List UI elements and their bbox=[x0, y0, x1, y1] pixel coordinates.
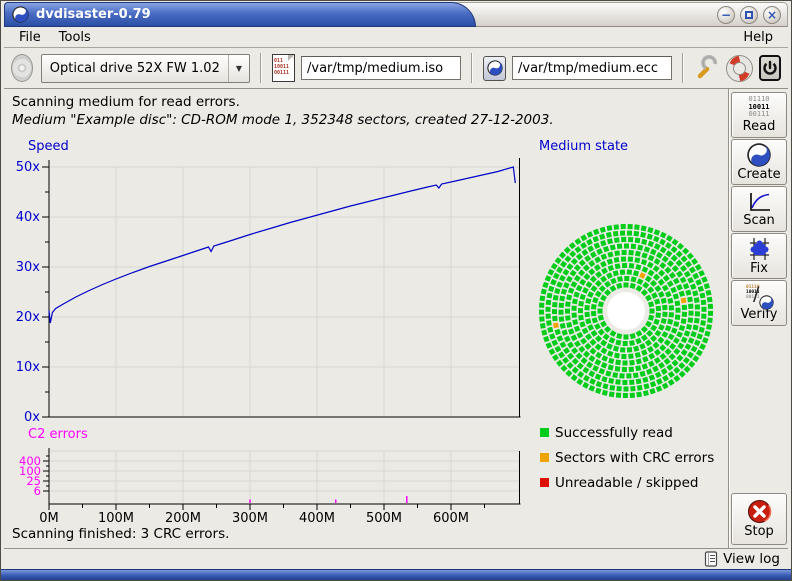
status-line-2: Medium "Example disc": CD-ROM mode 1, 35… bbox=[12, 111, 554, 129]
svg-text:0x: 0x bbox=[24, 410, 40, 425]
footer: View log bbox=[4, 548, 788, 569]
charts-canvas: 0x10x20x30x40x50xSpeed625100400C2 errors… bbox=[4, 89, 728, 548]
optical-disc-icon bbox=[11, 54, 33, 82]
log-notebook-icon[interactable] bbox=[704, 551, 718, 567]
chart-curve-icon bbox=[746, 191, 772, 213]
window-bottom-border bbox=[1, 569, 791, 580]
svg-text:0M: 0M bbox=[39, 511, 59, 526]
preferences-wrench-icon[interactable] bbox=[694, 53, 720, 83]
status-line-1: Scanning medium for read errors. bbox=[12, 93, 554, 111]
menu-file[interactable]: File bbox=[10, 29, 50, 46]
svg-text:Successfully read: Successfully read bbox=[555, 425, 673, 441]
read-button[interactable]: 01110 10011 00111 Read bbox=[731, 92, 787, 138]
svg-text:40x: 40x bbox=[16, 210, 41, 225]
menu-help[interactable]: Help bbox=[734, 29, 782, 46]
view-log-button[interactable]: View log bbox=[723, 551, 780, 567]
puzzle-piece-icon bbox=[746, 237, 772, 261]
yin-yang-icon bbox=[747, 143, 771, 167]
toolbar-separator bbox=[260, 53, 262, 83]
minimize-button[interactable]: − bbox=[717, 6, 735, 24]
verify-button[interactable]: 01110 10011 00111 / Verify bbox=[731, 280, 787, 326]
scan-result-text: Scanning finished: 3 CRC errors. bbox=[12, 526, 229, 542]
app-logo-icon bbox=[12, 6, 29, 23]
svg-text:20x: 20x bbox=[16, 310, 41, 325]
scan-button[interactable]: Scan bbox=[731, 186, 787, 232]
maximize-button[interactable] bbox=[740, 6, 758, 24]
ecc-path-input[interactable] bbox=[512, 56, 672, 80]
ecc-file-icon bbox=[483, 56, 506, 81]
menubar: File Tools Help bbox=[4, 27, 788, 48]
svg-text:500M: 500M bbox=[366, 511, 402, 526]
binary-icon: 01110 10011 00111 bbox=[748, 96, 769, 119]
close-button[interactable]: × bbox=[763, 6, 781, 24]
app-window: dvdisaster-0.79 − × File Tools Help Opti… bbox=[0, 0, 792, 581]
drive-selector[interactable]: Optical drive 52X FW 1.02 ▼ bbox=[41, 54, 250, 83]
svg-text:200M: 200M bbox=[165, 511, 201, 526]
chevron-down-icon: ▼ bbox=[228, 55, 249, 82]
svg-text:Sectors with CRC errors: Sectors with CRC errors bbox=[555, 450, 714, 466]
toolbar-separator bbox=[682, 53, 684, 83]
fix-button[interactable]: Fix bbox=[731, 233, 787, 279]
quit-power-icon[interactable] bbox=[759, 55, 781, 81]
create-button[interactable]: Create bbox=[731, 139, 787, 185]
action-sidebar: 01110 10011 00111 Read Create Scan bbox=[730, 89, 788, 548]
svg-text:Unreadable / skipped: Unreadable / skipped bbox=[555, 475, 698, 491]
toolbar-separator bbox=[471, 53, 473, 83]
toolbar: Optical drive 52X FW 1.02 ▼ 011 10011 00… bbox=[4, 48, 788, 89]
svg-text:Medium state: Medium state bbox=[539, 139, 628, 154]
iso-file-icon: 011 10011 00111 bbox=[272, 54, 295, 82]
help-lifebelt-icon[interactable] bbox=[726, 53, 753, 83]
drive-selector-value: Optical drive 52X FW 1.02 bbox=[42, 61, 228, 76]
verify-icon: 01110 10011 00111 / bbox=[746, 285, 772, 307]
titlebar[interactable]: dvdisaster-0.79 − × bbox=[4, 2, 788, 27]
iso-path-input[interactable] bbox=[301, 56, 461, 80]
window-title: dvdisaster-0.79 bbox=[36, 7, 151, 22]
menu-tools[interactable]: Tools bbox=[50, 29, 100, 46]
main-content: 0x10x20x30x40x50xSpeed625100400C2 errors… bbox=[4, 89, 728, 548]
svg-text:C2 errors: C2 errors bbox=[28, 427, 88, 442]
svg-text:400: 400 bbox=[19, 454, 41, 468]
svg-text:300M: 300M bbox=[232, 511, 268, 526]
stop-x-icon bbox=[747, 499, 772, 524]
svg-text:600M: 600M bbox=[433, 511, 469, 526]
svg-text:400M: 400M bbox=[299, 511, 335, 526]
svg-text:10x: 10x bbox=[16, 360, 41, 375]
titlebar-tab: dvdisaster-0.79 bbox=[4, 2, 476, 27]
svg-text:100M: 100M bbox=[98, 511, 134, 526]
svg-text:50x: 50x bbox=[16, 160, 41, 175]
svg-text:30x: 30x bbox=[16, 260, 41, 275]
svg-text:Speed: Speed bbox=[28, 139, 69, 154]
stop-button[interactable]: Stop bbox=[731, 493, 787, 545]
